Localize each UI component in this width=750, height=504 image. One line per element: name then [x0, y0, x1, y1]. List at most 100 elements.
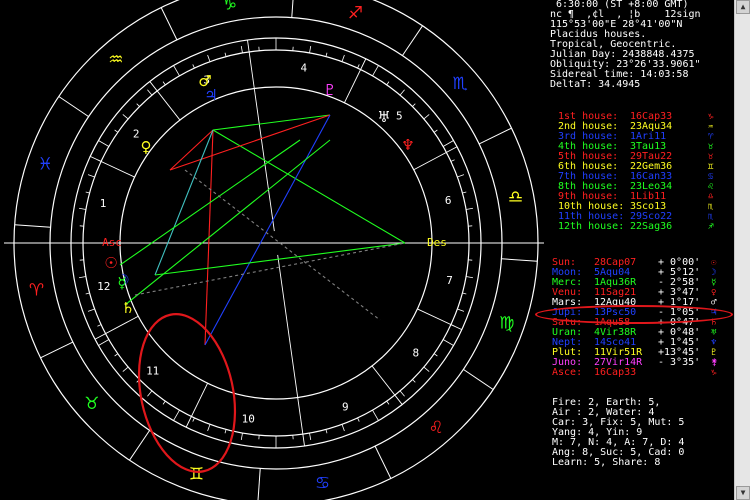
aspect-line	[170, 130, 213, 170]
degree-tick	[342, 424, 344, 431]
degree-tick	[373, 410, 379, 420]
planet-icon: ♀	[711, 288, 716, 298]
planet-icon: ♆	[711, 338, 716, 348]
house-number: 8	[413, 346, 420, 359]
house-cusp-line	[372, 366, 402, 405]
planet-icon: ☿	[711, 278, 716, 288]
element-summary: Fire: 2, Earth: 5,Air : 2, Water: 4Car: …	[548, 398, 734, 468]
scroll-down-arrow-icon[interactable]: ▼	[736, 486, 750, 500]
zodiac-sign-icon: ♑	[222, 0, 237, 14]
house-number: 12	[97, 280, 110, 293]
house-number: 10	[242, 412, 255, 425]
sign-boundary	[258, 468, 261, 500]
degree-tick	[208, 424, 210, 431]
degree-tick	[373, 65, 379, 75]
degree-tick	[434, 354, 437, 356]
sign-boundary	[292, 0, 295, 18]
planet-glyph-icon: ♂	[198, 72, 211, 90]
degree-tick	[98, 141, 108, 147]
scroll-up-arrow-icon[interactable]: ▲	[736, 0, 750, 14]
degree-tick	[86, 293, 90, 294]
planet-latitude: - 3°35'	[658, 358, 700, 368]
house-cusp-line	[278, 255, 305, 446]
chart-info-panel: 6:30:00 (ST +8:00 GMT)nc ¶ ,¢l , ¦b 12si…	[548, 0, 734, 500]
sign-boundary	[402, 26, 422, 56]
house-sign-icon: ♏	[708, 212, 713, 222]
planet-glyph-icon: ♄	[121, 299, 134, 317]
degree-tick	[457, 175, 464, 177]
highlight-ellipse	[125, 305, 248, 481]
zodiac-sign-icon: ♉	[84, 394, 99, 414]
house-sign-icon: ♌	[708, 182, 713, 192]
degree-tick	[412, 379, 415, 382]
degree-tick	[174, 65, 180, 75]
degree-tick	[443, 141, 453, 147]
summary-line: Learn: 5, Share: 8	[548, 458, 734, 468]
sign-boundary	[41, 342, 73, 358]
chart-wheel-svg: ♈♉♊♋♌♍♎♏♐♑♒♓123456789101112☉☽☿♀♃♄♅♆♇♂Asc…	[0, 0, 548, 500]
zodiac-sign-icon: ♋	[315, 474, 330, 494]
planet-icon: ☽	[711, 268, 716, 278]
degree-tick	[387, 82, 389, 85]
planet-glyph-icon: ☉	[104, 254, 117, 272]
degree-tick	[457, 309, 464, 311]
aspect-line	[120, 140, 300, 265]
house-sign-icon: ♐	[708, 222, 713, 232]
degree-tick	[193, 64, 195, 68]
zodiac-sign-icon: ♌	[428, 418, 443, 438]
house-cusp-line	[414, 147, 457, 170]
house-sign-icon: ♎	[708, 192, 713, 202]
house-number: 9	[342, 400, 349, 413]
degree-tick	[115, 354, 118, 356]
degree-tick	[462, 192, 466, 193]
degree-tick	[86, 192, 90, 193]
house-number: 6	[445, 194, 452, 207]
planet-glyph-icon: ♇	[323, 81, 336, 99]
sign-boundary	[501, 259, 537, 262]
house-row: 12th house:22Sag36♐	[548, 222, 734, 232]
degree-tick	[462, 293, 466, 294]
degree-tick	[208, 55, 210, 62]
degree-tick	[466, 208, 473, 209]
planet-glyph-icon: ☿	[117, 274, 126, 292]
zodiac-sign-icon: ♈	[29, 281, 44, 301]
aspect-line	[185, 170, 380, 320]
zodiac-sign-icon: ♏	[453, 74, 468, 94]
sign-boundary	[59, 96, 89, 116]
zodiac-sign-icon: ♊	[189, 465, 204, 485]
sign-boundary	[479, 128, 511, 144]
degree-tick	[387, 401, 389, 404]
planet-value: 16Cap33	[594, 368, 636, 378]
degree-tick	[225, 53, 226, 57]
degree-tick	[451, 160, 455, 162]
degree-tick	[241, 46, 242, 53]
planet-icon: ☉	[711, 258, 716, 268]
house-value: 22Sag36	[630, 222, 672, 232]
house-number: 11	[146, 365, 159, 378]
sign-boundary	[463, 369, 493, 389]
sign-boundary	[129, 430, 149, 460]
degree-tick	[79, 208, 86, 209]
degree-tick	[424, 114, 429, 118]
house-cusp-line	[186, 383, 207, 427]
house-sign-icon: ♋	[708, 172, 713, 182]
house-sign-icon: ♏	[708, 202, 713, 212]
degree-tick	[174, 410, 180, 420]
aspect-line	[213, 115, 330, 130]
degree-tick	[97, 325, 101, 327]
chart-header-info: 6:30:00 (ST +8:00 GMT)nc ¶ ,¢l , ¦b 12si…	[548, 0, 734, 90]
degree-tick	[326, 53, 327, 57]
house-number: 1	[100, 197, 107, 210]
angle-label: Des	[427, 236, 447, 249]
degree-tick	[147, 90, 151, 95]
degree-tick	[241, 433, 242, 440]
vertical-scrollbar[interactable]: ▲ ▼	[734, 0, 750, 500]
degree-tick	[424, 367, 429, 371]
angle-label: Asc	[102, 236, 122, 249]
sign-boundary	[161, 8, 177, 40]
planet-label: Asce:	[552, 368, 582, 378]
degree-tick	[358, 64, 360, 68]
sign-boundary	[375, 446, 391, 478]
planet-glyph-icon: ♆	[401, 136, 414, 154]
degree-tick	[225, 429, 226, 433]
